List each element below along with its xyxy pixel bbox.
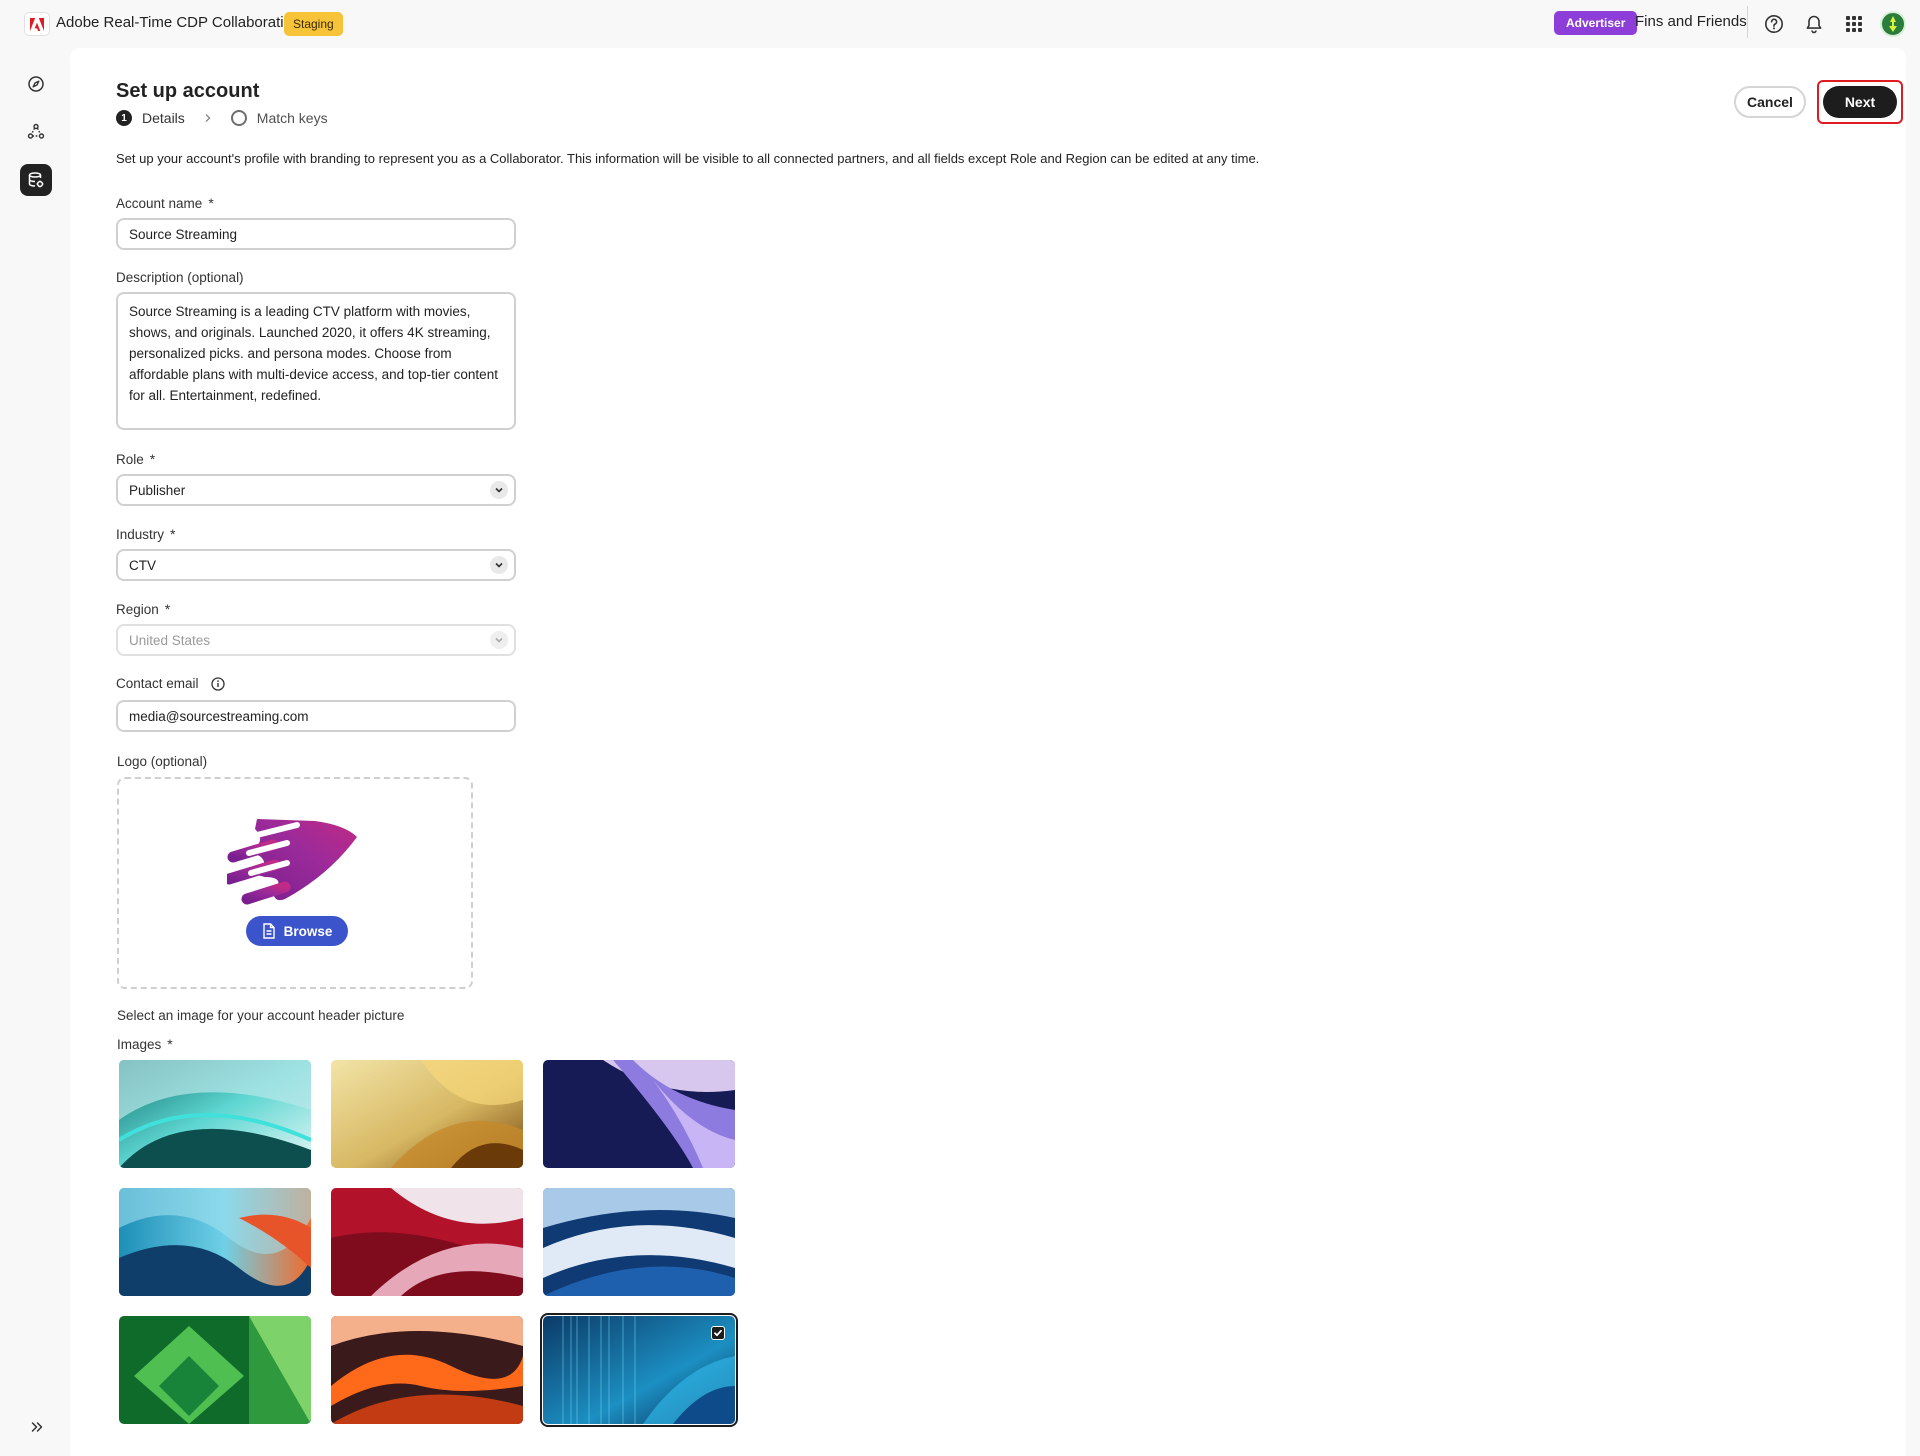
next-button[interactable]: Next [1823, 86, 1897, 118]
step-details-label[interactable]: Details [142, 110, 185, 126]
description-label: Description (optional) [116, 270, 244, 285]
logo-label: Logo (optional) [117, 754, 208, 769]
help-icon[interactable] [1762, 12, 1786, 36]
chevron-down-icon [490, 556, 508, 574]
role-label: Role * [116, 451, 156, 467]
cancel-button[interactable]: Cancel [1734, 86, 1806, 118]
left-rail [0, 46, 70, 1456]
account-name-label: Account name * [116, 195, 214, 211]
avatar[interactable] [1880, 11, 1906, 37]
contact-email-label: Contact email [116, 676, 225, 691]
contact-email-input[interactable]: media@sourcestreaming.com [116, 700, 516, 732]
header-image-option[interactable] [331, 1060, 523, 1168]
brand-logo-image [227, 819, 357, 905]
role-badge: Advertiser [1554, 11, 1638, 35]
connections-icon[interactable] [20, 116, 52, 148]
page-title: Set up account [116, 80, 260, 102]
intro-text: Set up your account's profile with brand… [116, 151, 1260, 166]
chevron-right-icon [203, 110, 213, 126]
toolbar-divider [1747, 6, 1748, 38]
header-image-option[interactable] [543, 1060, 735, 1168]
app-title[interactable]: Adobe Real-Time CDP Collaboration [56, 14, 300, 31]
top-bar: Adobe Real-Time CDP Collaboration Stagin… [0, 0, 1920, 46]
region-label: Region * [116, 601, 171, 617]
org-switcher[interactable]: Fins and Friends [1635, 13, 1747, 30]
checkmark-icon [711, 1326, 725, 1340]
header-image-option[interactable] [331, 1188, 523, 1296]
stepper: 1 Details Match keys [116, 110, 328, 126]
compass-icon[interactable] [20, 68, 52, 100]
apps-grid-icon[interactable] [1842, 12, 1866, 36]
images-label: Images * [117, 1036, 173, 1052]
images-prompt: Select an image for your account header … [117, 1008, 405, 1023]
role-select[interactable]: Publisher [116, 474, 516, 506]
double-chevron-right-icon[interactable] [26, 1416, 48, 1438]
header-image-option[interactable] [119, 1188, 311, 1296]
browse-button[interactable]: Browse [246, 916, 348, 946]
step-1-number: 1 [116, 110, 132, 126]
header-image-option[interactable] [119, 1060, 311, 1168]
industry-select[interactable]: CTV [116, 549, 516, 581]
region-select: United States [116, 624, 516, 656]
main-panel: Set up account 1 Details Match keys Canc… [70, 48, 1906, 1456]
header-image-option-selected[interactable] [540, 1313, 738, 1427]
info-icon[interactable] [210, 676, 225, 691]
file-icon [262, 923, 275, 939]
chevron-down-icon [490, 481, 508, 499]
industry-label: Industry * [116, 526, 176, 542]
header-image-option[interactable] [331, 1316, 523, 1424]
adobe-logo-icon[interactable] [24, 12, 50, 36]
bell-icon[interactable] [1802, 12, 1826, 36]
step-match-keys-label[interactable]: Match keys [257, 110, 328, 126]
account-name-input[interactable]: Source Streaming [116, 218, 516, 250]
next-button-highlight: Next [1817, 80, 1903, 124]
header-image-option[interactable] [119, 1316, 311, 1424]
account-setup-icon[interactable] [20, 164, 52, 196]
chevron-down-icon [490, 631, 508, 649]
header-image-option[interactable] [543, 1188, 735, 1296]
step-2-circle-icon [230, 110, 247, 126]
description-textarea[interactable]: Source Streaming is a leading CTV platfo… [116, 292, 516, 430]
logo-dropzone[interactable]: Browse [117, 777, 473, 989]
environment-badge: Staging [284, 12, 343, 36]
